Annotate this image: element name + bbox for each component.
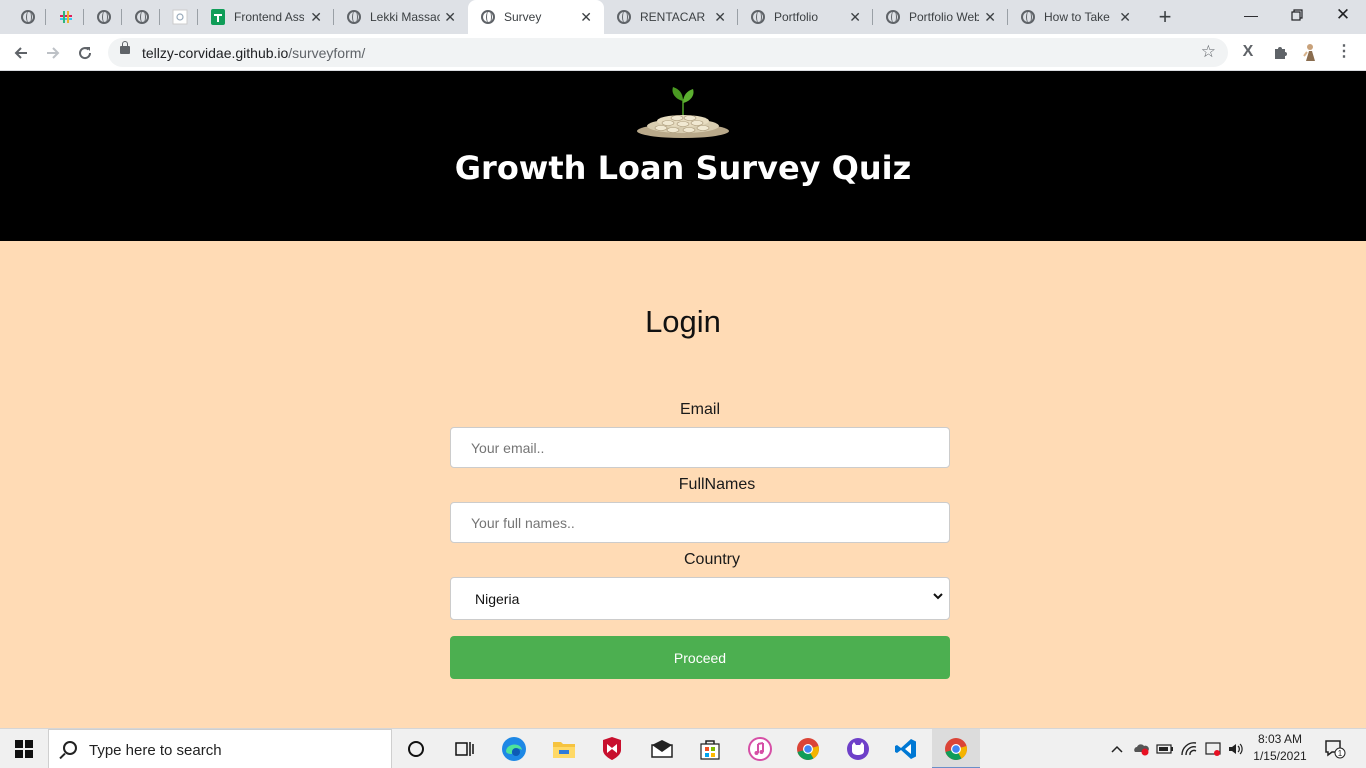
globe-icon bbox=[885, 9, 901, 25]
globe-icon bbox=[20, 9, 36, 25]
tab-pinned-2[interactable] bbox=[46, 0, 84, 34]
notifications-icon[interactable]: 1 bbox=[1320, 729, 1350, 768]
taskbar-search-box[interactable]: Type here to search bbox=[48, 729, 392, 768]
profile-avatar[interactable] bbox=[1298, 40, 1322, 64]
globe-icon bbox=[1020, 9, 1036, 25]
more-menu-icon[interactable]: ⋮ bbox=[1332, 40, 1356, 64]
blank-page-icon bbox=[172, 9, 188, 25]
bookmark-star-icon[interactable]: ☆ bbox=[1201, 42, 1216, 62]
reload-button[interactable] bbox=[72, 40, 98, 66]
country-selected-value: Nigeria bbox=[475, 591, 520, 607]
tab-pinned-3[interactable] bbox=[84, 0, 122, 34]
address-bar[interactable]: tellzy-corvidae.github.io/surveyform/ ☆ bbox=[108, 38, 1228, 67]
close-icon[interactable]: ✕ bbox=[580, 9, 592, 25]
close-icon[interactable]: ✕ bbox=[849, 9, 861, 25]
tab-frontend-ass[interactable]: Frontend Ass ✕ bbox=[198, 0, 334, 34]
notification-count: 1 bbox=[1338, 749, 1343, 758]
tab-portfolio[interactable]: Portfolio ✕ bbox=[738, 0, 873, 34]
network-alert-icon[interactable] bbox=[1202, 729, 1224, 768]
new-tab-button[interactable]: + bbox=[1152, 4, 1178, 30]
lock-icon bbox=[120, 41, 130, 54]
country-select[interactable]: Nigeria bbox=[450, 577, 950, 620]
globe-icon bbox=[750, 9, 766, 25]
close-icon[interactable]: ✕ bbox=[984, 9, 996, 25]
tab-portfolio-web[interactable]: Portfolio Web ✕ bbox=[873, 0, 1008, 34]
close-icon[interactable]: ✕ bbox=[1119, 9, 1131, 25]
microsoft-store-icon[interactable] bbox=[686, 729, 734, 768]
globe-icon bbox=[480, 9, 496, 25]
globe-icon bbox=[134, 9, 150, 25]
tab-pinned-1[interactable] bbox=[8, 0, 46, 34]
country-label: Country bbox=[683, 551, 741, 568]
globe-icon bbox=[96, 9, 112, 25]
close-icon[interactable]: ✕ bbox=[310, 9, 322, 25]
onedrive-error-icon[interactable] bbox=[1130, 729, 1152, 768]
cortana-icon[interactable] bbox=[392, 729, 440, 768]
logo bbox=[633, 81, 733, 139]
globe-icon bbox=[616, 9, 632, 25]
mcafee-icon[interactable] bbox=[588, 729, 636, 768]
fullnames-label: FullNames bbox=[678, 476, 756, 493]
sheets-icon bbox=[210, 9, 226, 25]
close-icon[interactable]: ✕ bbox=[444, 9, 456, 25]
puzzle-extensions-icon[interactable] bbox=[1268, 40, 1292, 64]
slack-icon bbox=[58, 9, 74, 25]
close-icon[interactable]: ✕ bbox=[714, 9, 726, 25]
email-field[interactable] bbox=[450, 427, 950, 468]
volume-icon[interactable] bbox=[1226, 729, 1246, 768]
site-header: Growth Loan Survey Quiz bbox=[0, 71, 1366, 241]
back-button[interactable] bbox=[8, 40, 34, 66]
chrome-active-icon[interactable] bbox=[932, 729, 980, 768]
battery-icon[interactable] bbox=[1154, 729, 1176, 768]
task-view-icon[interactable] bbox=[440, 729, 488, 768]
tab-pinned-4[interactable] bbox=[122, 0, 160, 34]
page-title: Growth Loan Survey Quiz bbox=[454, 149, 912, 187]
file-explorer-icon[interactable] bbox=[540, 729, 588, 768]
search-icon bbox=[63, 741, 77, 755]
fullnames-field[interactable] bbox=[450, 502, 950, 543]
chrome-icon[interactable] bbox=[784, 729, 832, 768]
globe-icon bbox=[346, 9, 362, 25]
url-text: tellzy-corvidae.github.io/surveyform/ bbox=[142, 45, 366, 61]
edge-icon[interactable] bbox=[490, 729, 538, 768]
itunes-icon[interactable] bbox=[736, 729, 784, 768]
tab-rentacar[interactable]: RENTACAR ✕ bbox=[604, 0, 738, 34]
show-hidden-icons-icon[interactable] bbox=[1106, 729, 1128, 768]
minimize-button[interactable]: — bbox=[1228, 0, 1274, 30]
chevron-down-icon bbox=[933, 593, 943, 600]
browser-toolbar: tellzy-corvidae.github.io/surveyform/ ☆ … bbox=[0, 34, 1366, 71]
proceed-button[interactable]: Proceed bbox=[450, 636, 950, 679]
login-heading: Login bbox=[645, 304, 721, 339]
vscode-icon[interactable] bbox=[882, 729, 930, 768]
tab-survey[interactable]: Survey ✕ bbox=[468, 0, 604, 34]
wifi-icon[interactable] bbox=[1178, 729, 1200, 768]
mail-icon[interactable] bbox=[638, 729, 686, 768]
email-label: Email bbox=[679, 401, 720, 418]
github-desktop-icon[interactable] bbox=[834, 729, 882, 768]
system-clock[interactable]: 8:03 AM 1/15/2021 bbox=[1248, 731, 1312, 765]
windows-taskbar: Type here to search 8:03 AM 1/15/2021 1 bbox=[0, 728, 1366, 768]
restore-button[interactable] bbox=[1274, 0, 1320, 30]
x-extension-icon[interactable]: X bbox=[1236, 40, 1260, 64]
tab-pinned-5[interactable] bbox=[160, 0, 198, 34]
forward-button[interactable] bbox=[40, 40, 66, 66]
browser-tab-bar: Frontend Ass ✕ Lekki Massac ✕ Survey ✕ R… bbox=[0, 0, 1366, 34]
windows-start-button[interactable] bbox=[0, 729, 48, 768]
tab-lekki-massac[interactable]: Lekki Massac ✕ bbox=[334, 0, 468, 34]
tab-how-to-take[interactable]: How to Take ✕ bbox=[1008, 0, 1143, 34]
close-window-button[interactable]: ✕ bbox=[1320, 0, 1366, 30]
